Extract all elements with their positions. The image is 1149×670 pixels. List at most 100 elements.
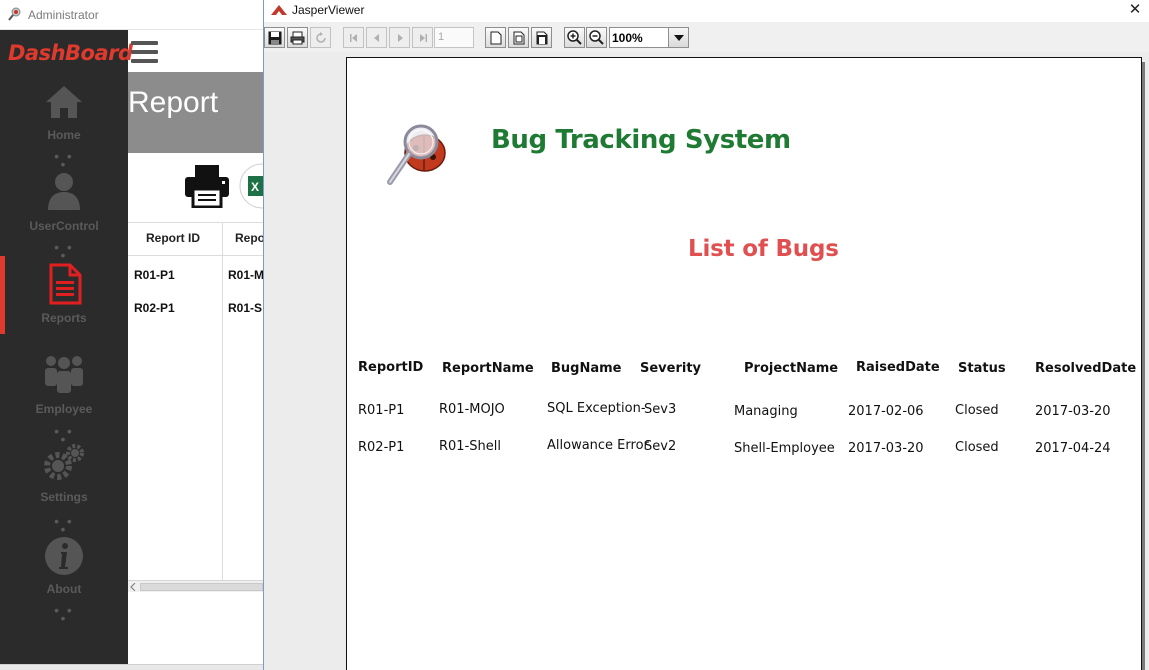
report-cell: R02-P1 [358,440,405,455]
svg-text:X: X [251,180,259,194]
nav-separator-dots: • • • [54,513,74,537]
column-header-bugname: BugName [551,361,622,376]
table-cell[interactable]: R01-P1 [134,268,175,282]
report-document-icon [49,263,82,305]
table-cell[interactable]: R01-S [228,301,263,315]
chevron-down-icon [673,34,684,41]
zoom-out-icon [589,30,604,45]
gears-icon [44,444,84,480]
sidebar-item-reports[interactable]: Reports [0,263,128,327]
report-cell: Sev2 [644,439,677,454]
group-icon [45,356,83,393]
fit-width-icon [536,31,547,44]
report-cell: 2017-03-20 [848,441,924,456]
dropdown-arrow[interactable] [668,28,688,47]
sidebar-item-settings[interactable]: Settings [0,442,128,506]
column-divider [222,222,223,580]
next-page-icon [397,33,403,42]
sidebar-item-label: Settings [40,490,88,504]
reload-button[interactable] [310,27,331,48]
zoom-select[interactable]: 100% [609,27,689,48]
save-button[interactable] [264,27,285,48]
fit-width-button[interactable] [531,27,552,48]
user-icon [48,173,80,210]
save-icon [268,31,281,44]
jasper-viewer-title: JasperViewer [292,3,365,17]
first-page-icon [349,33,357,42]
close-button[interactable]: ✕ [1127,1,1143,19]
first-page-button[interactable] [343,27,364,48]
horizontal-scrollbar[interactable] [128,580,263,592]
zoom-out-button[interactable] [586,27,607,48]
report-cell: R01-Shell [439,439,501,454]
last-page-button[interactable] [412,27,433,48]
table-cell[interactable]: R02-P1 [134,301,175,315]
admin-window-title: Administrator [28,8,99,22]
brand-logo: DashBoard [8,41,133,65]
fit-page-button[interactable] [508,27,529,48]
report-cell: Sev3 [644,402,677,417]
page-shadow [1142,62,1145,670]
report-cell: SQL Exception- [547,401,646,416]
column-header-resolveddate: ResolvedDate [1035,361,1137,376]
info-icon [45,537,83,575]
report-cell: R01-MOJO [439,402,505,417]
sidebar-item-employee[interactable]: Employee [0,354,128,418]
column-header-raiseddate: RaisedDate [856,360,940,375]
last-page-icon [419,33,427,42]
java-app-icon [271,5,287,15]
column-header-severity: Severity [640,361,702,376]
previous-page-button[interactable] [366,27,387,48]
zoom-in-icon [567,30,582,45]
fit-page-icon [513,31,524,44]
scrollbar-thumb[interactable] [140,583,263,591]
sidebar-item-home[interactable]: Home [0,82,128,152]
report-cell: 2017-02-06 [848,404,924,419]
column-header-status: Status [958,361,1006,376]
report-cell: Shell-Employee [734,441,835,456]
sidebar-item-label: UserControl [29,219,99,233]
report-cell: Managing [734,404,798,419]
sidebar-item-about[interactable]: About [0,536,128,598]
column-header-projectname: ProjectName [744,361,839,376]
print-icon[interactable] [184,164,230,208]
sidebar-item-label: Employee [35,402,93,416]
table-cell[interactable]: R01-M [228,268,263,282]
report-subtitle: List of Bugs [688,236,839,262]
report-cell: 2017-03-20 [1035,404,1111,419]
bug-app-icon [8,7,21,21]
sidebar-item-label: About [46,582,82,596]
table-header-report-name[interactable]: Repo [235,231,263,245]
bug-magnifier-logo [387,124,446,185]
header-divider [128,255,263,256]
home-icon [46,86,82,118]
reload-icon [315,31,326,43]
report-cell: 2017-04-24 [1035,441,1111,456]
report-cell: Closed [955,403,999,418]
sidebar-item-label: Reports [41,311,87,325]
nav-separator-dots: • • • [54,239,74,263]
zoom-in-button[interactable] [564,27,585,48]
page-number-input[interactable]: 1 [434,27,474,48]
actual-size-button[interactable] [485,27,506,48]
page-title: Report [128,86,219,119]
next-page-button[interactable] [389,27,410,48]
page-actual-size-icon [490,31,501,44]
report-cell: R01-P1 [358,403,405,418]
column-header-reportid: ReportID [358,360,424,375]
table-header-report-id[interactable]: Report ID [146,231,200,245]
admin-titlebar: Administrator [0,0,263,30]
nav-separator-dots: • • • [54,602,74,626]
report-cell: Allowance Error [547,438,649,453]
sidebar-item-label: Home [47,128,81,142]
scroll-left-icon[interactable] [130,583,136,591]
nav-separator-dots: • • • [54,148,74,172]
report-cell: Closed [955,440,999,455]
admin-window-bottom-edge [0,664,263,670]
previous-page-icon [373,33,379,42]
print-button[interactable] [287,27,308,48]
excel-export-icon[interactable]: X [238,163,264,209]
sidebar-item-usercontrol[interactable]: UserControl [0,170,128,236]
zoom-value: 100% [612,31,643,45]
hamburger-menu-icon[interactable] [131,41,158,65]
